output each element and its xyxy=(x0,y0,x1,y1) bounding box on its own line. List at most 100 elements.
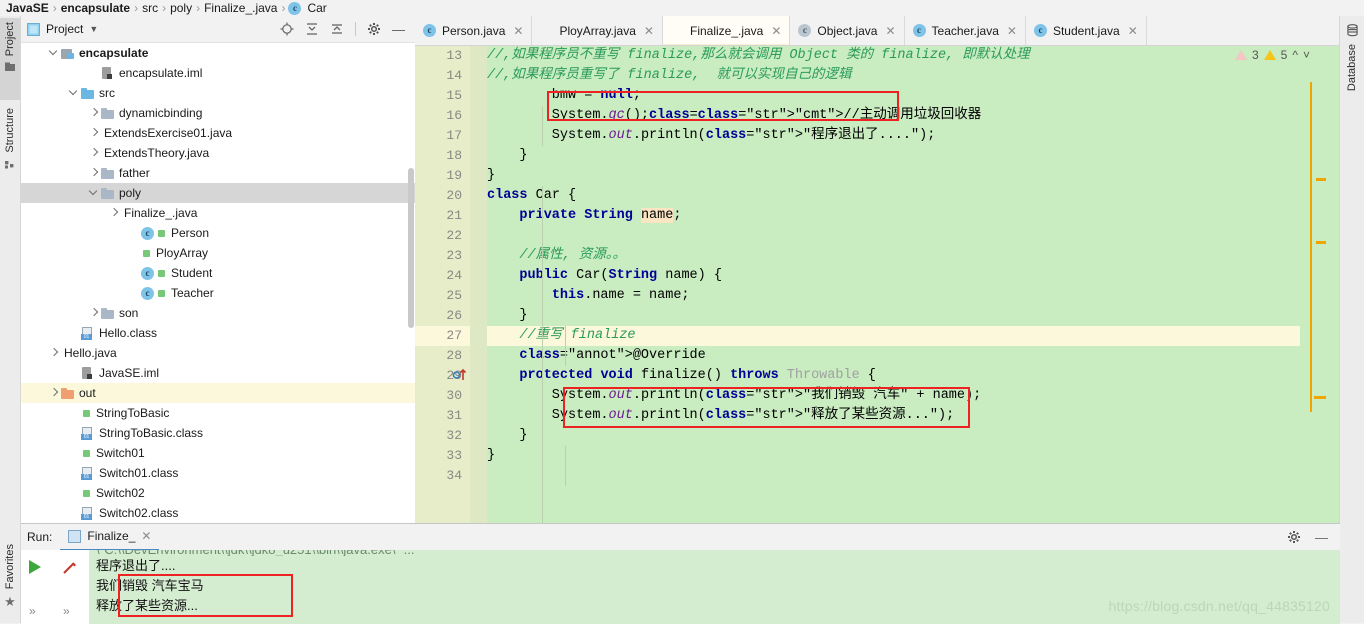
override-marker-icon[interactable] xyxy=(452,367,468,383)
hide-panel-icon[interactable]: — xyxy=(1315,530,1328,545)
settings-icon[interactable] xyxy=(1287,530,1301,544)
tree-item-father[interactable]: father xyxy=(21,163,415,183)
close-icon[interactable]: ✕ xyxy=(1007,24,1017,38)
code-line[interactable]: //,如果程序员重写了 finalize, 就可以实现自己的逻辑 xyxy=(487,66,1300,86)
tree-item-poly[interactable]: poly xyxy=(21,183,415,203)
editor-tab-teacher-java[interactable]: Teacher.java ✕ xyxy=(904,16,1026,45)
code-line[interactable]: } xyxy=(487,146,1300,166)
code-line[interactable]: class="annot">@Override xyxy=(487,346,1300,366)
tree-item-switch01-class[interactable]: Switch01.class xyxy=(21,463,415,483)
breadcrumb-item-encapsulate[interactable]: encapsulate xyxy=(59,1,132,15)
chevron-up-icon[interactable]: ^ xyxy=(1292,48,1298,62)
tree-item-hello-class[interactable]: Hello.class xyxy=(21,323,415,343)
close-icon[interactable]: ✕ xyxy=(885,24,895,38)
code-line[interactable]: System.out.println(class="str">"程序退出了...… xyxy=(487,126,1300,146)
tree-item-switch02[interactable]: Switch02 xyxy=(21,483,415,503)
chevron-down-icon[interactable] xyxy=(89,183,100,203)
tree-item-encapsulate-iml[interactable]: encapsulate.iml xyxy=(21,63,415,83)
tree-item-javase-iml[interactable]: JavaSE.iml xyxy=(21,363,415,383)
scrollbar-marker[interactable] xyxy=(1316,241,1326,244)
code-line[interactable]: //属性, 资源。。 xyxy=(487,246,1300,266)
editor-tab-bar[interactable]: Person.java✕PloyArray.java✕Finalize_.jav… xyxy=(415,16,1340,46)
expand-icon[interactable]: » xyxy=(63,604,70,618)
run-icon[interactable] xyxy=(29,560,41,574)
sidebar-item-project[interactable]: Project xyxy=(0,18,20,100)
tree-item-dynamicbinding[interactable]: dynamicbinding xyxy=(21,103,415,123)
code-line[interactable]: } xyxy=(487,446,1300,466)
editor-tab-person-java[interactable]: Person.java ✕ xyxy=(415,16,533,45)
tree-item-out[interactable]: out xyxy=(21,383,415,403)
tree-item-hello-java[interactable]: Hello.java xyxy=(21,343,415,363)
console-output[interactable]: \"C:\\DevEnvironment\\jdk\\jdk8_u251\\bi… xyxy=(90,550,1340,624)
chevron-right-icon[interactable] xyxy=(89,123,100,143)
chevron-right-icon[interactable] xyxy=(89,143,100,163)
code-line[interactable]: //重写 finalize xyxy=(487,326,1300,346)
tree-item-finalize-java[interactable]: Finalize_.java xyxy=(21,203,415,223)
chevron-right-icon[interactable] xyxy=(49,383,60,403)
code-line[interactable]: } xyxy=(487,426,1300,446)
chevron-right-icon[interactable] xyxy=(109,203,120,223)
breadcrumb-item-javase[interactable]: JavaSE xyxy=(4,1,51,15)
code-line[interactable]: class Car { xyxy=(487,186,1300,206)
code-line[interactable]: private String name; xyxy=(487,206,1300,226)
code-editor[interactable]: 13 14 15 16 17 18 19 20 21 22 23 24 25 26 27 28 29 30 31 32… xyxy=(415,46,1340,524)
close-icon[interactable]: ✕ xyxy=(513,24,523,38)
gutter-markers[interactable] xyxy=(452,46,487,524)
scrollbar-marker[interactable] xyxy=(1314,396,1326,399)
chevron-right-icon[interactable] xyxy=(89,103,100,123)
editor-tab-finalize-java[interactable]: Finalize_.java ✕ xyxy=(662,16,791,45)
chevron-right-icon[interactable] xyxy=(89,303,100,323)
chevron-down-icon[interactable] xyxy=(49,43,60,63)
tree-item-switch01[interactable]: Switch01 xyxy=(21,443,415,463)
close-icon[interactable]: ✕ xyxy=(141,529,151,543)
sidebar-item-database[interactable]: Database xyxy=(1340,22,1364,124)
tree-item-stringtobasic-class[interactable]: StringToBasic.class xyxy=(21,423,415,443)
sidebar-item-favorites[interactable]: Favorites ★ xyxy=(0,540,20,624)
chevron-right-icon[interactable] xyxy=(49,343,60,363)
code-line[interactable]: System.out.println(class="str">"释放了某些资源.… xyxy=(487,406,1300,426)
code-line[interactable]: System.gc();class=class="str">"cmt">//主动… xyxy=(487,106,1300,126)
sidebar-item-structure[interactable]: Structure xyxy=(0,104,20,202)
code-text[interactable]: //,如果程序员不重写 finalize,那么就会调用 Object 类的 fi… xyxy=(487,46,1300,524)
tree-item-person[interactable]: Person xyxy=(21,223,415,243)
breadcrumb-item-car[interactable]: Car xyxy=(287,1,328,16)
expand-icon[interactable]: » xyxy=(29,604,36,618)
code-line[interactable]: bmw = null; xyxy=(487,86,1300,106)
close-icon[interactable]: ✕ xyxy=(644,24,654,38)
code-line[interactable]: } xyxy=(487,306,1300,326)
close-icon[interactable]: ✕ xyxy=(1128,24,1138,38)
project-tree[interactable]: encapsulate encapsulate.iml src dynamicbind… xyxy=(21,43,415,524)
code-line[interactable]: protected void finalize() throws Throwab… xyxy=(487,366,1300,386)
chevron-right-icon[interactable] xyxy=(89,163,100,183)
code-line[interactable] xyxy=(487,466,1300,486)
code-line[interactable]: //,如果程序员不重写 finalize,那么就会调用 Object 类的 fi… xyxy=(487,46,1300,66)
close-icon[interactable]: ✕ xyxy=(771,24,781,38)
tree-item-encapsulate[interactable]: encapsulate xyxy=(21,43,415,63)
editor-tab-object-java[interactable]: Object.java ✕ xyxy=(790,16,905,45)
code-line[interactable]: System.out.println(class="str">"我们销毁 汽车"… xyxy=(487,386,1300,406)
run-tab-finalize[interactable]: Finalize_ ✕ xyxy=(60,523,160,551)
locate-icon[interactable] xyxy=(280,22,294,36)
project-tree-scrollbar[interactable] xyxy=(408,168,414,328)
chevron-down-icon[interactable] xyxy=(69,83,80,103)
code-line[interactable]: this.name = name; xyxy=(487,286,1300,306)
hide-panel-icon[interactable]: — xyxy=(392,23,405,36)
tree-item-switch02-class[interactable]: Switch02.class xyxy=(21,503,415,523)
breadcrumb[interactable]: JavaSE › encapsulate › src › poly › Fina… xyxy=(0,0,1364,16)
tree-item-son[interactable]: son xyxy=(21,303,415,323)
code-line[interactable]: } xyxy=(487,166,1300,186)
editor-tab-ployarray-java[interactable]: PloyArray.java ✕ xyxy=(532,16,663,45)
tree-item-src[interactable]: src xyxy=(21,83,415,103)
tree-item-teacher[interactable]: Teacher xyxy=(21,283,415,303)
tree-item-extendsexercise01-java[interactable]: ExtendsExercise01.java xyxy=(21,123,415,143)
inspection-status[interactable]: 3 5 ^ ˅ xyxy=(1234,48,1310,62)
tree-item-extendstheory-java[interactable]: ExtendsTheory.java xyxy=(21,143,415,163)
tree-item-student[interactable]: Student xyxy=(21,263,415,283)
expand-all-icon[interactable] xyxy=(305,22,319,36)
tree-item-stringtobasic[interactable]: StringToBasic xyxy=(21,403,415,423)
code-line[interactable]: public Car(String name) { xyxy=(487,266,1300,286)
collapse-all-icon[interactable] xyxy=(330,22,344,36)
breadcrumb-item-poly[interactable]: poly xyxy=(168,1,194,15)
code-line[interactable] xyxy=(487,226,1300,246)
chevron-down-icon[interactable]: ▼ xyxy=(89,24,98,34)
